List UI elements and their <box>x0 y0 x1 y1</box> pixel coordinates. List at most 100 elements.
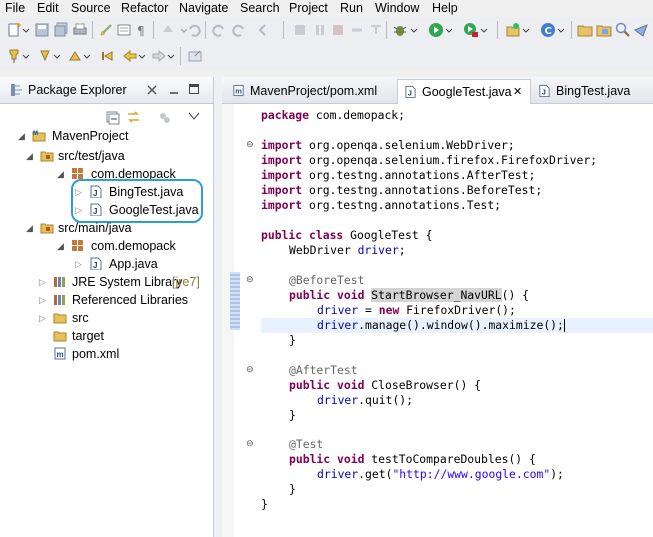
expanded-arrow-icon[interactable]: ◢ <box>57 237 64 255</box>
chevron-down-icon[interactable] <box>167 48 175 64</box>
new-class-icon[interactable]: C <box>540 22 556 38</box>
chevron-down-icon[interactable] <box>22 22 30 38</box>
new-java-project-icon[interactable] <box>505 22 521 38</box>
collapse-all-icon[interactable] <box>106 111 120 125</box>
minimize-icon[interactable] <box>168 84 180 96</box>
code-line[interactable]: public class GoogleTest { <box>261 228 432 243</box>
run-external-tool-icon[interactable] <box>463 22 479 38</box>
maximize-icon[interactable] <box>188 83 200 95</box>
open-type-icon[interactable] <box>577 22 593 38</box>
code-line[interactable]: public void StartBrowser_NavURL() { <box>289 288 529 303</box>
menu-refactor[interactable]: Refactor <box>121 1 168 15</box>
fold-icon[interactable]: ⊖ <box>246 275 254 285</box>
code-line[interactable]: WebDriver driver; <box>289 243 406 258</box>
code-line[interactable]: import org.testng.annotations.Test; <box>261 198 501 213</box>
prev-annotation-alt-icon[interactable] <box>67 48 83 64</box>
code-line[interactable]: } <box>261 497 268 512</box>
code-line[interactable]: public void testToCompareDoubles() { <box>289 452 536 467</box>
menu-window[interactable]: Window <box>375 1 419 15</box>
open-console-icon[interactable] <box>187 48 203 64</box>
fold-icon[interactable]: ⊖ <box>246 365 254 375</box>
next-annotation-icon[interactable] <box>37 48 53 64</box>
menu-help[interactable]: Help <box>432 1 458 15</box>
menu-run[interactable]: Run <box>340 1 363 15</box>
fold-icon[interactable]: ⊖ <box>246 439 254 449</box>
tab-pom-xml[interactable]: m MavenProject/pom.xml <box>226 79 394 103</box>
debug-icon[interactable] <box>392 22 408 38</box>
chevron-down-icon[interactable] <box>445 22 453 38</box>
collapsed-arrow-icon[interactable]: ▷ <box>75 255 82 273</box>
forward-arrow-icon[interactable] <box>151 48 167 64</box>
save-icon[interactable] <box>34 22 50 38</box>
code-line[interactable]: driver.get("http://www.google.com"); <box>317 467 564 482</box>
step-into-icon[interactable] <box>368 22 384 38</box>
view-sash[interactable] <box>214 77 222 537</box>
pin-icon[interactable] <box>6 48 22 64</box>
tab-bingtest-java[interactable]: J BingTest.java <box>532 79 653 103</box>
chevron-down-icon[interactable] <box>22 48 30 64</box>
chevron-down-icon[interactable] <box>83 48 91 64</box>
code-line[interactable]: @BeforeTest <box>289 273 364 288</box>
menu-edit[interactable]: Edit <box>37 1 59 15</box>
fold-icon[interactable]: ⊖ <box>246 140 254 150</box>
chevron-down-icon[interactable] <box>138 48 146 64</box>
show-whitespace-icon[interactable]: ¶ <box>134 22 150 38</box>
resume-icon[interactable] <box>292 22 308 38</box>
tab-googletest-java[interactable]: J GoogleTest.java ✕ <box>397 79 531 104</box>
redo-icon[interactable] <box>211 22 227 38</box>
close-icon[interactable]: ✕ <box>513 80 522 104</box>
chevron-down-icon[interactable] <box>522 22 530 38</box>
menu-project[interactable]: Project <box>289 1 328 15</box>
code-line[interactable]: @AfterTest <box>289 363 358 378</box>
chevron-down-icon[interactable] <box>557 22 565 38</box>
code-line[interactable]: } <box>289 333 296 348</box>
code-line[interactable]: driver = new FirefoxDriver(); <box>317 303 516 318</box>
expanded-arrow-icon[interactable]: ◢ <box>26 147 33 165</box>
close-icon[interactable] <box>146 84 158 96</box>
expanded-arrow-icon[interactable]: ◢ <box>57 165 64 183</box>
code-line[interactable]: driver.quit(); <box>317 393 413 408</box>
collapsed-arrow-icon[interactable]: ▷ <box>39 309 46 327</box>
package-explorer-tab[interactable]: Package Explorer <box>0 77 213 104</box>
chevron-down-icon[interactable] <box>480 22 488 38</box>
run-icon[interactable] <box>428 22 444 38</box>
chevron-down-icon[interactable] <box>410 22 418 38</box>
collapsed-arrow-icon[interactable]: ▷ <box>39 291 46 309</box>
focus-task-icon[interactable] <box>158 111 172 125</box>
launch-icon[interactable] <box>633 22 649 38</box>
menu-navigate[interactable]: Navigate <box>179 1 228 15</box>
code-line[interactable]: import org.testng.annotations.BeforeTest… <box>261 183 542 198</box>
terminate-icon[interactable] <box>330 22 346 38</box>
back-arrow-icon[interactable] <box>122 48 138 64</box>
search-icon[interactable] <box>615 22 631 38</box>
suspend-icon[interactable] <box>312 22 328 38</box>
undo-icon[interactable] <box>186 22 202 38</box>
expanded-arrow-icon[interactable]: ◢ <box>26 219 33 237</box>
code-line[interactable]: import org.openqa.selenium.WebDriver; <box>261 138 515 153</box>
menu-file[interactable]: File <box>5 1 25 15</box>
disconnect-icon[interactable] <box>349 22 365 38</box>
code-line[interactable]: driver.manage().window().maximize(); <box>317 318 565 333</box>
collapsed-arrow-icon[interactable]: ▷ <box>39 273 46 291</box>
code-line[interactable]: public void CloseBrowser() { <box>289 378 481 393</box>
code-line[interactable]: package com.demopack; <box>261 108 405 123</box>
prev-annotation-icon[interactable] <box>160 22 176 38</box>
link-with-editor-icon[interactable] <box>126 110 141 125</box>
toggle-mark-occurrences-icon[interactable] <box>98 22 114 38</box>
block-selection-icon[interactable] <box>116 22 132 38</box>
new-icon[interactable] <box>6 22 22 38</box>
step-back-icon[interactable] <box>255 22 271 38</box>
last-edit-location-icon[interactable] <box>100 48 116 64</box>
code-line[interactable]: @Test <box>289 437 323 452</box>
code-line[interactable]: import org.testng.annotations.AfterTest; <box>261 168 535 183</box>
chevron-down-icon[interactable] <box>53 48 61 64</box>
open-task-icon[interactable] <box>596 22 612 38</box>
print-icon[interactable] <box>72 22 88 38</box>
save-all-icon[interactable] <box>53 22 69 38</box>
code-line[interactable]: } <box>289 408 296 423</box>
menu-source[interactable]: Source <box>71 1 111 15</box>
redo-alt-icon[interactable] <box>231 22 247 38</box>
menu-search[interactable]: Search <box>240 1 280 15</box>
view-menu-icon[interactable] <box>188 111 200 121</box>
code-line[interactable]: import org.openqa.selenium.firefox.Firef… <box>261 153 597 168</box>
